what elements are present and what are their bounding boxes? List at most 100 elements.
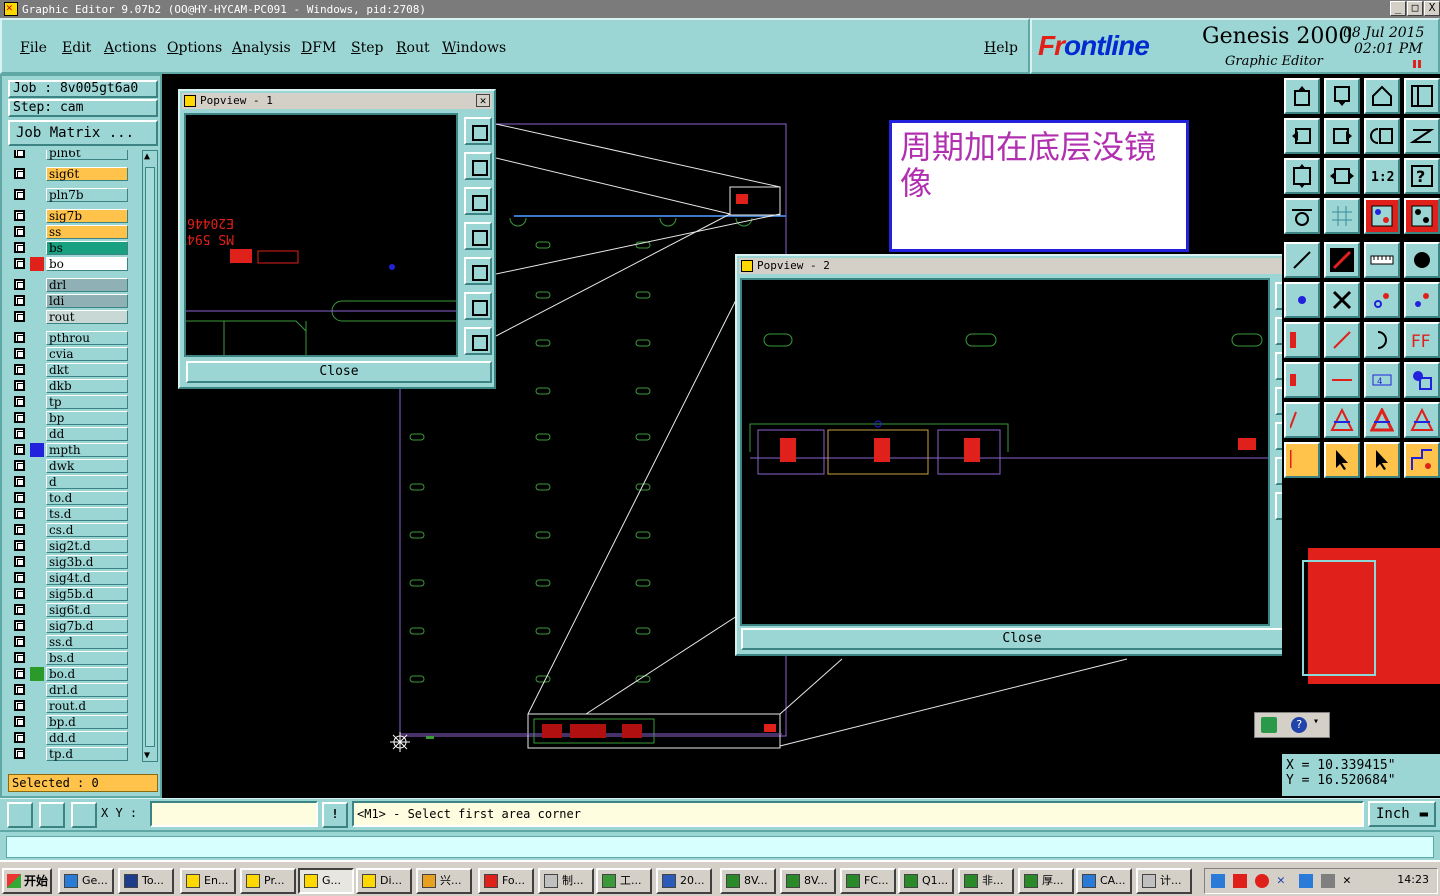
popview-1-close-x[interactable]: ✕ [476,94,490,107]
tool-refresh-icon[interactable] [1364,118,1400,154]
layer-row[interactable]: mpth [8,443,132,457]
layer-name[interactable]: dwk [46,459,128,473]
layer-row[interactable]: ss.d [8,635,132,649]
scroll-down-icon[interactable]: ▼ [144,750,150,761]
popview-1-view[interactable]: E204460 MS 594V-0 [184,113,458,357]
layer-color-swatch[interactable] [30,310,44,324]
layer-checkbox[interactable] [14,684,25,695]
tool-cursor-icon[interactable] [1324,442,1360,478]
layer-color-swatch[interactable] [30,443,44,457]
layer-row[interactable]: bo [8,257,132,271]
layer-color-swatch[interactable] [30,379,44,393]
snap-mode-icon[interactable] [7,802,33,828]
tool-triangle-2-icon[interactable] [1364,402,1400,438]
layer-name[interactable]: pln7b [46,188,128,202]
layer-row[interactable]: to.d [8,491,132,505]
layer-color-swatch[interactable] [30,507,44,521]
tool-ruler-icon[interactable] [1364,242,1400,278]
layer-name[interactable]: pln6t [46,150,128,160]
layer-row[interactable]: cs.d [8,523,132,537]
layer-color-swatch[interactable] [30,715,44,729]
layer-checkbox[interactable] [14,396,25,407]
popview-1-tool-3[interactable] [464,187,492,215]
layer-checkbox[interactable] [14,412,25,423]
ime-toolbar[interactable]: ? ▾ [1254,712,1330,738]
menu-rout[interactable]: Rout [396,40,430,56]
tray-flag-icon[interactable]: ✕ [1343,874,1357,888]
layer-row[interactable]: drl [8,278,132,292]
layer-row[interactable]: tp.d [8,747,132,761]
layer-name[interactable]: dkt [46,363,128,377]
maximize-button[interactable]: □ [1407,1,1423,16]
layer-row[interactable]: bo.d [8,667,132,681]
layer-name[interactable]: mpth [46,443,128,457]
layer-color-swatch[interactable] [30,667,44,681]
layer-row[interactable]: bs [8,241,132,255]
popview-2-view[interactable] [740,278,1270,626]
taskbar-button[interactable]: 工... [596,868,652,894]
layer-row[interactable]: bp.d [8,715,132,729]
tool-frame-icon[interactable] [1404,78,1440,114]
layer-row[interactable]: rout [8,310,132,324]
layer-color-swatch[interactable] [30,167,44,181]
layer-row[interactable]: pln7b [8,188,132,202]
layer-checkbox[interactable] [14,668,25,679]
layer-checkbox[interactable] [14,364,25,375]
close-window-button[interactable]: X [1424,1,1440,16]
tool-snap-icon[interactable] [1364,198,1400,234]
tool-line-icon[interactable] [1324,242,1360,278]
layer-name[interactable]: tp.d [46,747,128,761]
tray-speaker-icon[interactable] [1321,874,1335,888]
popview-1-tool-4[interactable] [464,222,492,250]
taskbar-button[interactable]: En... [180,868,236,894]
xy-input[interactable] [150,801,318,827]
menu-step[interactable]: Step [351,40,383,56]
layer-row[interactable]: dd [8,427,132,441]
layer-name[interactable]: sig3b.d [46,555,128,569]
layer-row[interactable]: sig5b.d [8,587,132,601]
layer-name[interactable]: rout.d [46,699,128,713]
tool-snap-2-icon[interactable] [1404,198,1440,234]
tool-pointer-icon[interactable] [1284,442,1320,478]
tool-edit-icon[interactable] [1284,322,1320,358]
taskbar-button[interactable]: CA... [1076,868,1132,894]
layer-row[interactable]: ldi [8,294,132,308]
layer-checkbox[interactable] [14,732,25,743]
layer-color-swatch[interactable] [30,257,44,271]
layer-checkbox[interactable] [14,348,25,359]
taskbar-button[interactable]: 8V... [780,868,836,894]
taskbar-button[interactable]: To... [118,868,174,894]
layer-name[interactable]: dkb [46,379,128,393]
layer-name[interactable]: ldi [46,294,128,308]
job-matrix-button[interactable]: Job Matrix ... [8,120,158,146]
tool-copy-icon[interactable] [1364,282,1400,318]
layer-row[interactable]: bs.d [8,651,132,665]
layer-name[interactable]: cs.d [46,523,128,537]
layer-row[interactable]: dwk [8,459,132,473]
layer-name[interactable]: rout [46,310,128,324]
layer-color-swatch[interactable] [30,587,44,601]
layer-name[interactable]: drl.d [46,683,128,697]
menu-dfm[interactable]: DFM [301,40,336,56]
tool-zoom-center-icon[interactable] [1324,158,1360,194]
menu-windows[interactable]: Windows [442,40,506,56]
layer-color-swatch[interactable] [30,539,44,553]
layer-color-swatch[interactable] [30,150,44,160]
taskbar-button[interactable]: 8V... [720,868,776,894]
layer-name[interactable]: bs.d [46,651,128,665]
tool-home-down-icon[interactable] [1324,78,1360,114]
tool-h-line-icon[interactable] [1324,362,1360,398]
tool-route-icon[interactable] [1404,442,1440,478]
layer-name[interactable]: sig6t [46,167,128,181]
taskbar-button[interactable]: 制... [538,868,594,894]
layer-color-swatch[interactable] [30,475,44,489]
tool-resize-icon[interactable] [1284,362,1320,398]
unit-selector[interactable]: Inch ▬ [1368,801,1436,827]
popview-1-tool-1[interactable] [464,117,492,145]
menu-help[interactable]: Help [984,40,1018,56]
layer-name[interactable]: bo [46,257,128,271]
tool-select-arrow-icon[interactable] [1284,242,1320,278]
tool-one-to-two-icon[interactable]: 1:2 [1364,158,1400,194]
layer-checkbox[interactable] [14,332,25,343]
tool-rotate-icon[interactable] [1364,322,1400,358]
